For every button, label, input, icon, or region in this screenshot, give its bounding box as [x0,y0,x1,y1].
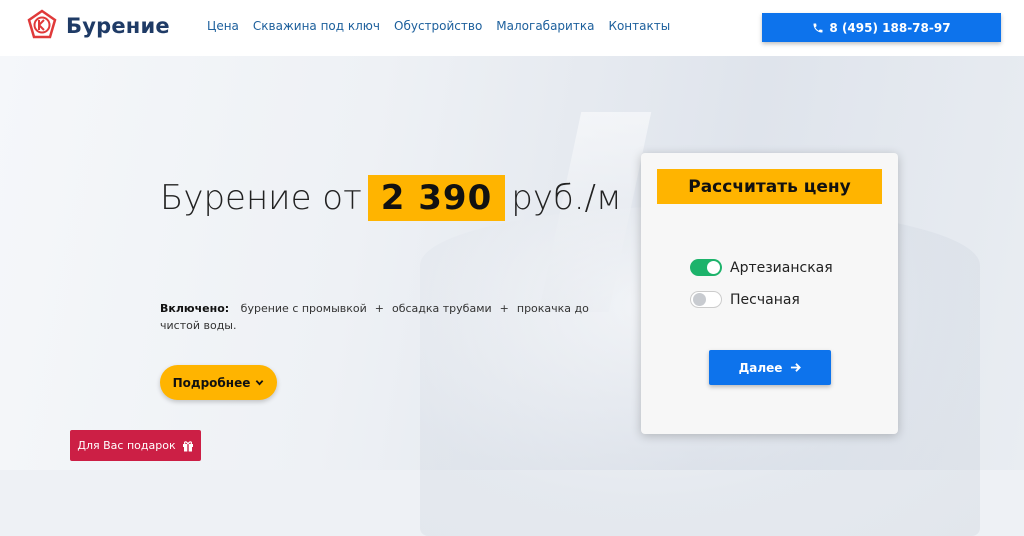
toggle-knob [707,261,720,274]
calculator-title: Рассчитать цену [657,169,882,204]
phone-button[interactable]: 8 (495) 188-78-97 [762,13,1001,42]
more-button-label: Подробнее [172,375,251,390]
next-button[interactable]: Далее [709,350,831,385]
more-button[interactable]: Подробнее [160,365,277,400]
phone-icon [813,23,823,32]
option-artesian[interactable]: Артезианская [690,259,833,276]
option-sand[interactable]: Песчаная [690,291,800,308]
plus-separator: + [374,302,384,315]
brand-name[interactable]: Бурение [66,14,170,38]
plus-separator: + [499,302,509,315]
included-item: обсадка трубами [391,302,492,315]
nav-link-price[interactable]: Цена [207,19,239,33]
gift-icon [182,440,193,451]
price-calculator-card: Рассчитать цену Артезианская Песчаная Да… [641,153,898,434]
gift-button-label: Для Вас подарок [77,439,176,452]
nav-link-small-rig[interactable]: Малогабаритка [496,19,594,33]
main-nav: Цена Скважина под ключ Обустройство Мало… [207,19,670,33]
toggle-knob [693,293,706,306]
option-label: Артезианская [730,259,833,276]
site-header: Бурение Цена Скважина под ключ Обустройс… [0,0,1024,56]
nav-link-turnkey[interactable]: Скважина под ключ [253,19,380,33]
gift-button[interactable]: Для Вас подарок [70,430,201,461]
artesian-toggle[interactable] [690,259,722,276]
hero-headline: Бурение от 2 390 руб./м [160,175,630,221]
included-item: бурение с промывкой [240,302,367,315]
included-list: Включено: бурение с промывкой + обсадка тр… [160,300,620,334]
phone-number: 8 (495) 188-78-97 [829,20,951,35]
price-highlight: 2 390 [367,175,506,221]
option-label: Песчаная [730,291,800,308]
k-logo-icon[interactable] [26,9,58,41]
nav-link-equipment[interactable]: Обустройство [394,19,482,33]
sand-toggle[interactable] [690,291,722,308]
included-label: Включено: [160,302,230,315]
chevron-down-icon [256,380,264,386]
headline-suffix: руб./м [511,178,622,218]
nav-link-contacts[interactable]: Контакты [608,19,670,33]
next-button-label: Далее [738,360,783,375]
headline-prefix: Бурение от [160,178,362,218]
arrow-right-icon [791,363,802,372]
